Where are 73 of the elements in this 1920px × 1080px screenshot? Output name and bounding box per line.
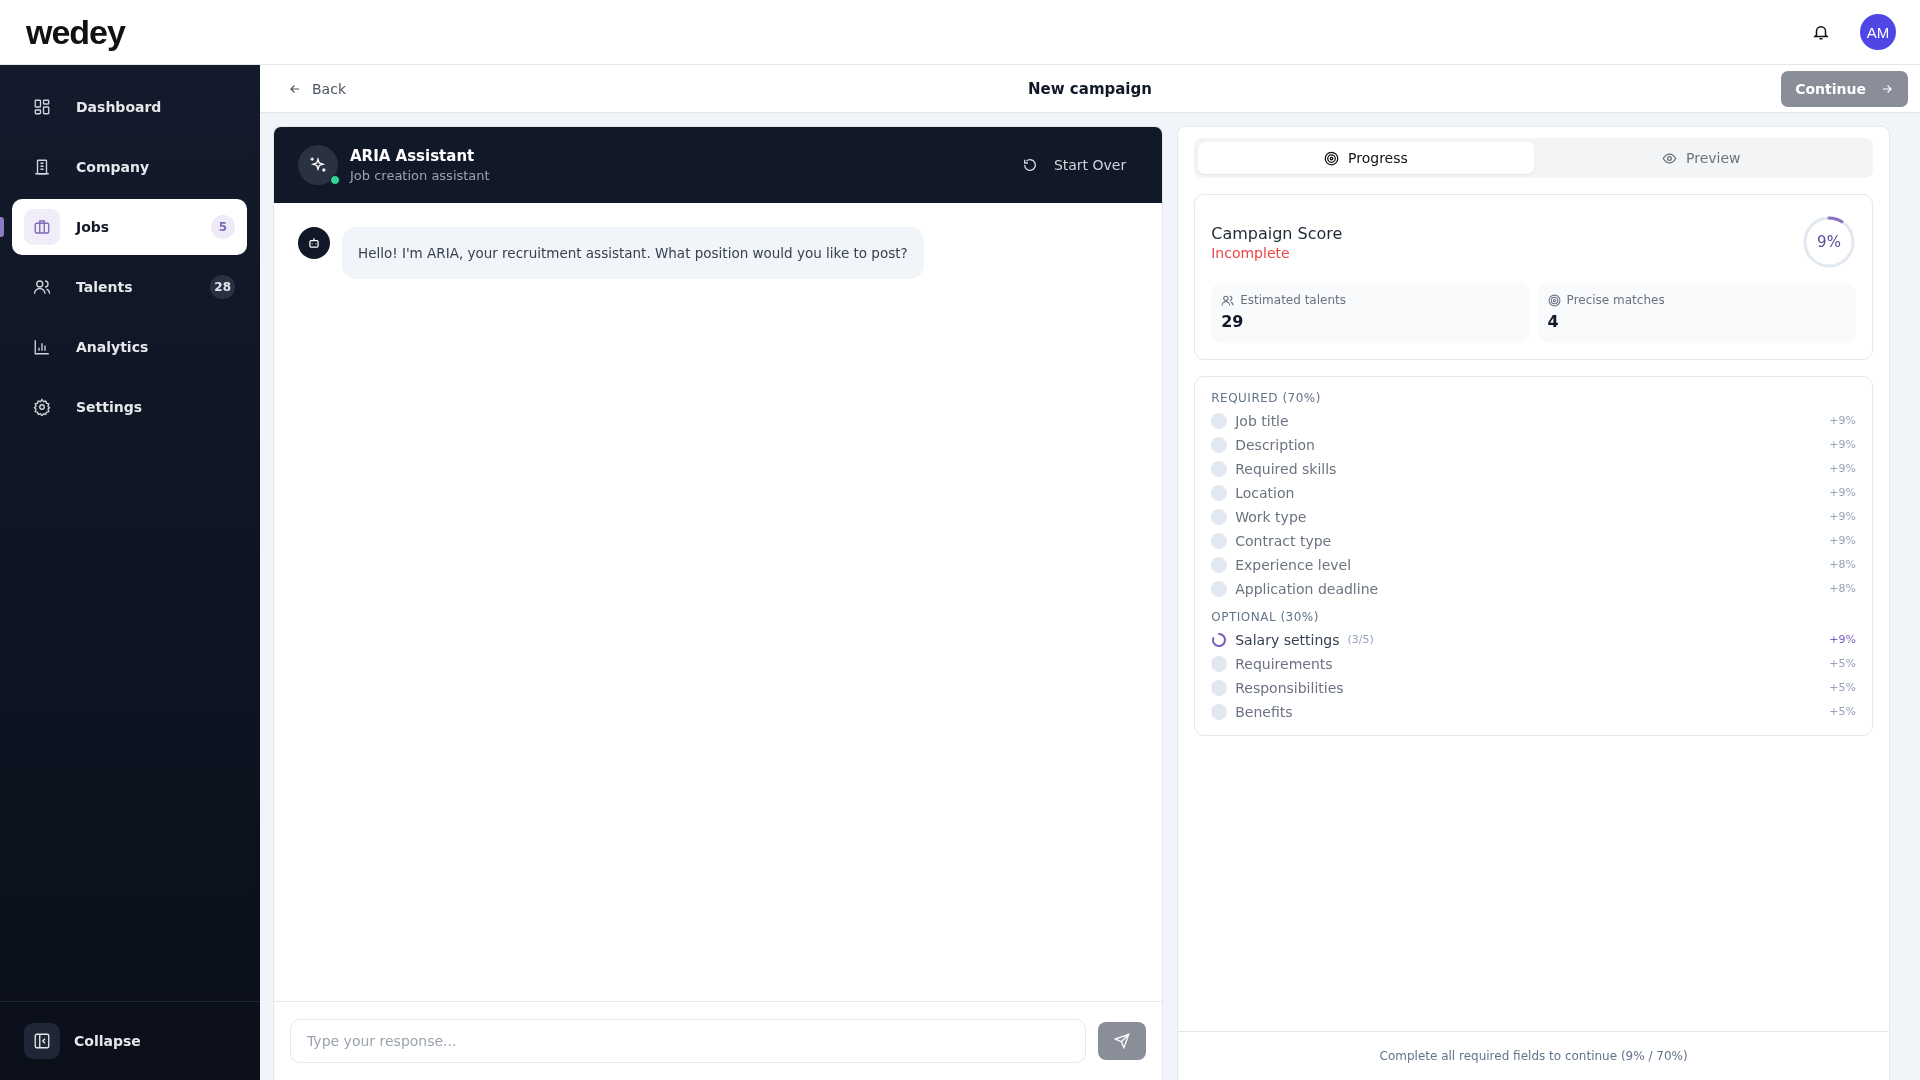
item-points: +8% — [1829, 558, 1856, 571]
checklist-item: Salary settings — [1235, 631, 1340, 648]
item-points: +9% — [1829, 414, 1856, 427]
checklist-item: Contract type — [1235, 532, 1332, 549]
checklist-item: Application deadline — [1235, 580, 1379, 597]
item-points: +9% — [1829, 486, 1856, 499]
tab[interactable]: Preview — [1533, 142, 1869, 174]
item-points: +9% — [1829, 633, 1856, 646]
sidebar-item[interactable]: Talents 28 — [12, 259, 247, 315]
refresh-icon — [1021, 157, 1038, 173]
logo: wedey — [26, 12, 125, 52]
score-status: Incomplete — [1211, 244, 1291, 261]
collapse-button[interactable]: Collapse — [0, 1001, 260, 1080]
stat-value: 29 — [1221, 312, 1245, 331]
send-icon — [1114, 1033, 1131, 1049]
target-icon — [1324, 150, 1340, 166]
settings-icon — [33, 398, 51, 416]
checklist-item: Requirements — [1235, 655, 1333, 672]
users-icon — [1221, 293, 1235, 307]
checklist-item: Work type — [1235, 508, 1307, 525]
tab[interactable]: Progress — [1198, 142, 1534, 174]
checklist-item: Benefits — [1235, 703, 1293, 720]
item-points: +9% — [1829, 510, 1856, 523]
building-icon — [33, 158, 51, 176]
stat-label: Estimated talents — [1240, 293, 1346, 307]
notification-bell-icon[interactable] — [1812, 23, 1830, 41]
item-count: (3/5) — [1347, 633, 1374, 646]
eye-icon — [1662, 150, 1678, 166]
count-badge: 5 — [211, 215, 235, 239]
grid-icon — [33, 98, 51, 116]
users-icon — [33, 278, 51, 296]
item-points: +9% — [1829, 462, 1856, 475]
sparkle-icon — [308, 155, 328, 175]
stat-value: 4 — [1547, 312, 1560, 331]
collapse-icon — [33, 1032, 51, 1050]
sidebar-item[interactable]: Dashboard — [12, 79, 247, 135]
robot-avatar-icon — [298, 227, 330, 259]
score-title: Campaign Score — [1211, 223, 1343, 243]
back-link[interactable]: Back — [288, 80, 346, 97]
score-ring — [1802, 215, 1856, 269]
sidebar-item[interactable]: Settings — [12, 379, 247, 435]
count-badge: 28 — [210, 275, 235, 299]
stat-label: Precise matches — [1566, 293, 1665, 307]
checklist-item: Responsibilities — [1235, 679, 1344, 696]
item-points: +5% — [1829, 681, 1856, 694]
bar-chart-icon — [33, 338, 51, 356]
item-points: +8% — [1829, 582, 1856, 595]
item-points: +5% — [1829, 657, 1856, 670]
target-icon — [1547, 293, 1561, 307]
checklist-item: Job title — [1235, 412, 1289, 429]
item-points: +9% — [1829, 534, 1856, 547]
user-avatar[interactable]: AM — [1860, 14, 1896, 50]
section-heading: OPTIONAL (30%) — [1211, 610, 1320, 624]
checklist-item: Location — [1235, 484, 1295, 501]
section-heading: REQUIRED (70%) — [1211, 391, 1322, 405]
assistant-subtitle: Job creation assistant — [350, 168, 491, 183]
start-over-button[interactable]: Start Over — [1021, 157, 1127, 173]
footer-note: Complete all required fields to continue (9% / 70%) — [1379, 1049, 1688, 1063]
sidebar-item[interactable]: Company — [12, 139, 247, 195]
item-points: +5% — [1829, 705, 1856, 718]
item-points: +9% — [1829, 438, 1856, 451]
assistant-name: ARIA Assistant — [350, 147, 476, 165]
sidebar-item[interactable]: Analytics — [12, 319, 247, 375]
message-input[interactable]: Type your response... — [290, 1019, 1087, 1063]
briefcase-icon — [33, 218, 51, 236]
message-bubble: Hello! I'm ARIA, your recruitment assistant. What position would you like to post? — [342, 227, 924, 279]
score-value: 9% — [1817, 233, 1841, 251]
checklist-item: Description — [1235, 436, 1315, 453]
sidebar-item[interactable]: Jobs 5 — [12, 199, 247, 255]
page-title: New campaign — [1028, 79, 1152, 98]
send-button[interactable] — [1098, 1022, 1147, 1060]
checklist-item: Experience level — [1235, 556, 1352, 573]
checklist-item: Required skills — [1235, 460, 1337, 477]
